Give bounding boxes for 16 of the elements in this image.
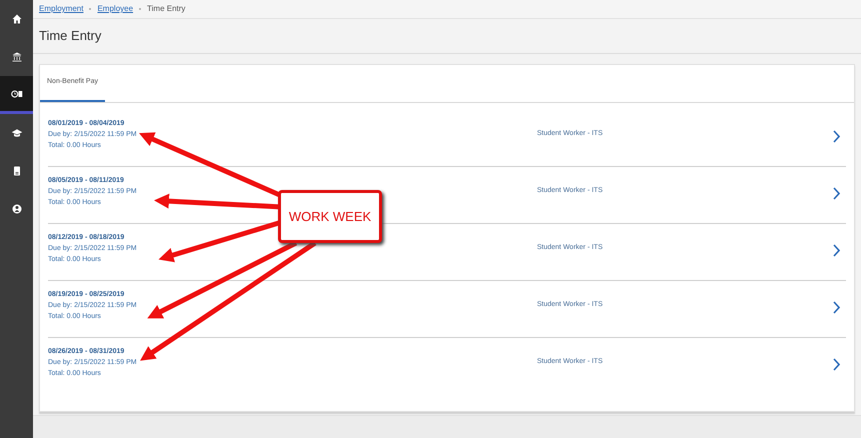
sidebar-item[interactable] bbox=[0, 76, 33, 114]
page-title: Time Entry bbox=[39, 27, 102, 46]
chevron-right-icon[interactable] bbox=[833, 358, 840, 371]
clock-dollar-icon bbox=[10, 88, 22, 100]
graduation-cap-icon bbox=[10, 127, 22, 139]
chevron-right-icon[interactable] bbox=[833, 130, 840, 143]
breadcrumb-current: Time Entry bbox=[147, 3, 186, 16]
chevron-right-icon[interactable] bbox=[833, 300, 840, 314]
breadcrumb-link[interactable]: Employment bbox=[39, 3, 84, 16]
bank-icon bbox=[10, 51, 22, 63]
home-icon bbox=[10, 13, 22, 25]
person-icon bbox=[10, 203, 22, 215]
chevron-right-icon[interactable] bbox=[833, 186, 840, 200]
callout-label: WORK WEEK bbox=[288, 208, 372, 226]
chevron-right-icon[interactable] bbox=[833, 244, 840, 257]
breadcrumb-link[interactable]: Employee bbox=[97, 3, 134, 16]
